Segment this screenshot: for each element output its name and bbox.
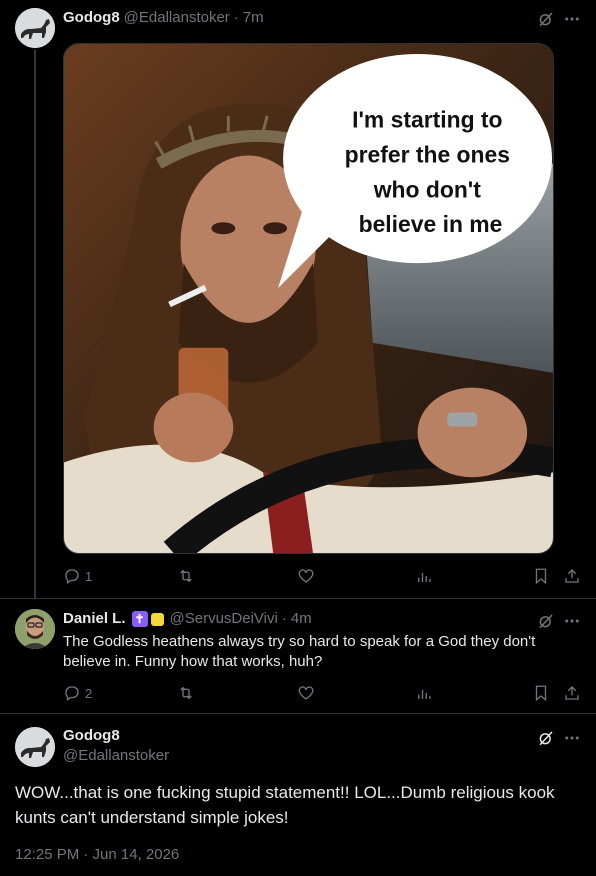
reply-button[interactable]: 1 bbox=[63, 567, 92, 585]
grok-icon[interactable] bbox=[537, 612, 555, 630]
author-name[interactable]: Godog8 bbox=[63, 9, 120, 26]
more-icon[interactable] bbox=[563, 10, 581, 28]
repost-icon bbox=[177, 684, 195, 702]
reply-header: Daniel L. ✝ @ServusDeiVivi · 4m bbox=[63, 610, 312, 627]
like-icon bbox=[297, 684, 315, 702]
separator: · bbox=[281, 610, 287, 627]
share-icon bbox=[563, 684, 581, 702]
bubble-line-2: prefer the ones bbox=[345, 142, 510, 168]
post-image[interactable]: I'm starting to prefer the ones who don'… bbox=[63, 43, 554, 554]
reply-author-handle[interactable]: @ServusDeiVivi bbox=[170, 610, 278, 627]
bubble-line-1: I'm starting to bbox=[352, 107, 502, 133]
more-icon[interactable] bbox=[563, 729, 581, 747]
bubble-line-3: who don't bbox=[373, 176, 482, 202]
views-icon bbox=[415, 684, 433, 702]
views-button[interactable] bbox=[415, 684, 433, 702]
more-icon[interactable] bbox=[563, 612, 581, 630]
main-author-handle[interactable]: @Edallanstoker bbox=[63, 747, 169, 764]
repost-icon bbox=[177, 567, 195, 585]
main-author-name[interactable]: Godog8 bbox=[63, 727, 120, 744]
share-button[interactable] bbox=[563, 567, 581, 585]
repost-button[interactable] bbox=[177, 684, 195, 702]
reply-text: The Godless heathens always try so hard … bbox=[63, 633, 536, 670]
reply-icon bbox=[63, 684, 81, 702]
like-icon bbox=[297, 567, 315, 585]
reply-count: 2 bbox=[85, 685, 93, 701]
reply-author-name[interactable]: Daniel L. bbox=[63, 610, 126, 627]
grok-icon[interactable] bbox=[537, 10, 555, 28]
share-button[interactable] bbox=[563, 684, 581, 702]
main-avatar[interactable] bbox=[15, 727, 55, 767]
bubble-line-4: believe in me bbox=[359, 211, 503, 237]
views-icon bbox=[415, 567, 433, 585]
post-time[interactable]: 7m bbox=[243, 9, 264, 26]
reply-avatar[interactable] bbox=[15, 609, 55, 649]
like-button[interactable] bbox=[297, 684, 315, 702]
like-button[interactable] bbox=[297, 567, 315, 585]
share-icon bbox=[563, 567, 581, 585]
divider bbox=[0, 713, 596, 714]
post-header: Godog8 @Edallanstoker · 7m bbox=[63, 9, 264, 26]
avatar[interactable] bbox=[15, 8, 55, 48]
post-actions: 1 bbox=[63, 567, 583, 587]
cross-badge-icon: ✝ bbox=[131, 611, 148, 627]
separator: · bbox=[233, 9, 239, 26]
main-post-text: WOW...that is one fucking stupid stateme… bbox=[15, 783, 555, 827]
reply-count: 1 bbox=[85, 568, 93, 584]
bookmark-button[interactable] bbox=[532, 684, 550, 702]
views-button[interactable] bbox=[415, 567, 433, 585]
reply-badges: ✝ bbox=[131, 611, 164, 627]
bookmark-icon bbox=[532, 567, 550, 585]
yellow-flag-badge-icon bbox=[150, 612, 164, 626]
reply-button[interactable]: 2 bbox=[63, 684, 92, 702]
bookmark-icon bbox=[532, 684, 550, 702]
bookmark-button[interactable] bbox=[532, 567, 550, 585]
main-post-timestamp[interactable]: 12:25 PM · Jun 14, 2026 bbox=[15, 846, 179, 863]
author-handle[interactable]: @Edallanstoker bbox=[124, 9, 230, 26]
thread-line bbox=[34, 50, 36, 598]
repost-button[interactable] bbox=[177, 567, 195, 585]
reply-icon bbox=[63, 567, 81, 585]
reply-actions: 2 bbox=[63, 684, 583, 704]
divider bbox=[0, 598, 596, 599]
reply-time[interactable]: 4m bbox=[291, 610, 312, 627]
grok-icon[interactable] bbox=[537, 729, 555, 747]
